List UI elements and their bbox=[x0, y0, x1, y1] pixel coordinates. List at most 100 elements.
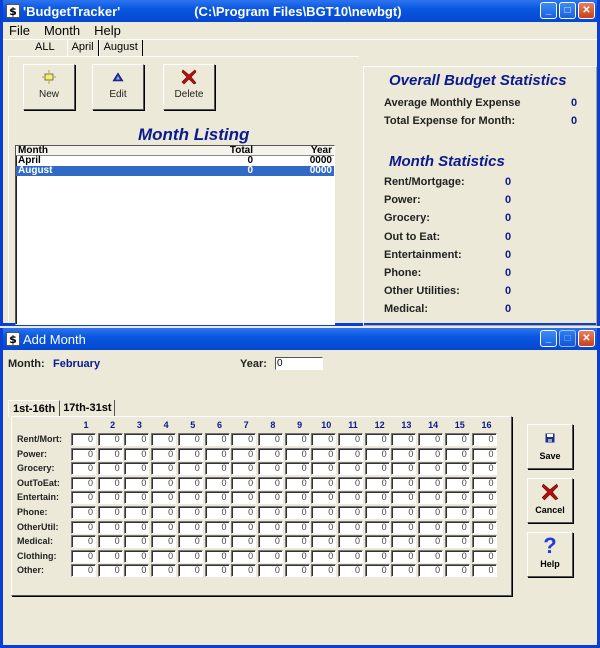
expense-cell-input[interactable]: 0 bbox=[338, 491, 363, 505]
expense-cell-input[interactable]: 0 bbox=[284, 491, 310, 505]
table-row[interactable]: August 0 0000 bbox=[16, 166, 334, 176]
expense-cell-input[interactable]: 0 bbox=[391, 491, 417, 505]
expense-cell-input[interactable]: 0 bbox=[418, 520, 444, 534]
expense-cell-input[interactable]: 0 bbox=[204, 506, 230, 519]
expense-cell-input[interactable]: 0 bbox=[418, 462, 444, 476]
expense-cell-input[interactable]: 0 bbox=[124, 520, 150, 534]
expense-cell-input[interactable]: 0 bbox=[311, 491, 337, 505]
expense-cell-input[interactable]: 0 bbox=[177, 506, 203, 519]
expense-cell-input[interactable]: 0 bbox=[257, 549, 283, 563]
expense-cell-input[interactable]: 0 bbox=[177, 491, 203, 505]
menu-help[interactable]: Help bbox=[94, 23, 121, 38]
expense-cell-input[interactable]: 0 bbox=[124, 506, 150, 519]
expense-cell-input[interactable]: 0 bbox=[71, 462, 96, 476]
expense-cell-input[interactable]: 0 bbox=[391, 549, 417, 563]
expense-cell-input[interactable]: 0 bbox=[124, 447, 150, 461]
expense-cell-input[interactable]: 0 bbox=[364, 564, 390, 578]
expense-cell-input[interactable]: 0 bbox=[124, 535, 150, 549]
expense-cell-input[interactable]: 0 bbox=[391, 535, 417, 549]
tab-17th-31st[interactable]: 17th-31st bbox=[60, 400, 116, 417]
expense-cell-input[interactable]: 0 bbox=[97, 549, 123, 563]
expense-cell-input[interactable]: 0 bbox=[311, 462, 337, 476]
expense-cell-input[interactable]: 0 bbox=[391, 564, 417, 578]
expense-cell-input[interactable]: 0 bbox=[311, 535, 337, 549]
expense-cell-input[interactable]: 0 bbox=[311, 447, 337, 461]
expense-cell-input[interactable]: 0 bbox=[151, 520, 177, 534]
menu-file[interactable]: File bbox=[9, 23, 30, 38]
expense-cell-input[interactable]: 0 bbox=[338, 462, 363, 476]
expense-cell-input[interactable]: 0 bbox=[231, 433, 257, 446]
expense-cell-input[interactable]: 0 bbox=[471, 491, 497, 505]
expense-cell-input[interactable]: 0 bbox=[444, 535, 470, 549]
expense-cell-input[interactable]: 0 bbox=[311, 506, 337, 519]
expense-cell-input[interactable]: 0 bbox=[418, 549, 444, 563]
expense-cell-input[interactable]: 0 bbox=[124, 564, 150, 578]
expense-cell-input[interactable]: 0 bbox=[391, 433, 417, 446]
expense-cell-input[interactable]: 0 bbox=[284, 520, 310, 534]
expense-cell-input[interactable]: 0 bbox=[471, 520, 497, 534]
expense-cell-input[interactable]: 0 bbox=[391, 520, 417, 534]
expense-cell-input[interactable]: 0 bbox=[97, 520, 123, 534]
minimize-button[interactable]: _ bbox=[540, 2, 557, 19]
tab-april[interactable]: April bbox=[66, 40, 99, 56]
expense-cell-input[interactable]: 0 bbox=[311, 549, 337, 563]
expense-cell-input[interactable]: 0 bbox=[338, 535, 363, 549]
expense-cell-input[interactable]: 0 bbox=[177, 520, 203, 534]
expense-cell-input[interactable]: 0 bbox=[71, 476, 96, 490]
expense-cell-input[interactable]: 0 bbox=[151, 462, 177, 476]
expense-cell-input[interactable]: 0 bbox=[71, 433, 96, 446]
expense-cell-input[interactable]: 0 bbox=[97, 535, 123, 549]
close-button[interactable]: ✕ bbox=[578, 330, 595, 347]
expense-cell-input[interactable]: 0 bbox=[311, 433, 337, 446]
expense-cell-input[interactable]: 0 bbox=[444, 476, 470, 490]
expense-cell-input[interactable]: 0 bbox=[124, 462, 150, 476]
expense-cell-input[interactable]: 0 bbox=[418, 433, 444, 446]
expense-cell-input[interactable]: 0 bbox=[97, 433, 123, 446]
expense-cell-input[interactable]: 0 bbox=[71, 447, 96, 461]
expense-cell-input[interactable]: 0 bbox=[231, 549, 257, 563]
expense-cell-input[interactable]: 0 bbox=[311, 520, 337, 534]
expense-cell-input[interactable]: 0 bbox=[177, 447, 203, 461]
expense-cell-input[interactable]: 0 bbox=[471, 564, 497, 578]
expense-cell-input[interactable]: 0 bbox=[97, 506, 123, 519]
expense-cell-input[interactable]: 0 bbox=[204, 462, 230, 476]
expense-cell-input[interactable]: 0 bbox=[97, 564, 123, 578]
help-button[interactable]: ? Help bbox=[527, 532, 573, 577]
expense-cell-input[interactable]: 0 bbox=[124, 549, 150, 563]
expense-cell-input[interactable]: 0 bbox=[97, 491, 123, 505]
expense-cell-input[interactable]: 0 bbox=[257, 491, 283, 505]
expense-cell-input[interactable]: 0 bbox=[257, 433, 283, 446]
expense-cell-input[interactable]: 0 bbox=[231, 476, 257, 490]
expense-cell-input[interactable]: 0 bbox=[338, 564, 363, 578]
expense-cell-input[interactable]: 0 bbox=[231, 462, 257, 476]
expense-cell-input[interactable]: 0 bbox=[124, 433, 150, 446]
expense-cell-input[interactable]: 0 bbox=[257, 564, 283, 578]
expense-cell-input[interactable]: 0 bbox=[257, 476, 283, 490]
expense-cell-input[interactable]: 0 bbox=[364, 447, 390, 461]
expense-cell-input[interactable]: 0 bbox=[471, 447, 497, 461]
expense-cell-input[interactable]: 0 bbox=[364, 535, 390, 549]
expense-cell-input[interactable]: 0 bbox=[364, 506, 390, 519]
tab-all[interactable]: ALL bbox=[23, 40, 67, 56]
expense-cell-input[interactable]: 0 bbox=[151, 433, 177, 446]
expense-cell-input[interactable]: 0 bbox=[444, 549, 470, 563]
expense-cell-input[interactable]: 0 bbox=[311, 564, 337, 578]
col-month[interactable]: Month bbox=[18, 146, 158, 156]
expense-cell-input[interactable]: 0 bbox=[97, 462, 123, 476]
edit-button[interactable]: Edit bbox=[92, 64, 144, 110]
expense-cell-input[interactable]: 0 bbox=[151, 535, 177, 549]
expense-cell-input[interactable]: 0 bbox=[418, 447, 444, 461]
expense-cell-input[interactable]: 0 bbox=[231, 491, 257, 505]
expense-cell-input[interactable]: 0 bbox=[338, 476, 363, 490]
expense-cell-input[interactable]: 0 bbox=[204, 549, 230, 563]
expense-cell-input[interactable]: 0 bbox=[338, 549, 363, 563]
expense-cell-input[interactable]: 0 bbox=[471, 462, 497, 476]
expense-cell-input[interactable]: 0 bbox=[391, 476, 417, 490]
expense-cell-input[interactable]: 0 bbox=[71, 549, 96, 563]
expense-cell-input[interactable]: 0 bbox=[364, 462, 390, 476]
expense-cell-input[interactable]: 0 bbox=[471, 506, 497, 519]
expense-cell-input[interactable]: 0 bbox=[284, 549, 310, 563]
expense-cell-input[interactable]: 0 bbox=[204, 447, 230, 461]
expense-cell-input[interactable]: 0 bbox=[97, 476, 123, 490]
expense-cell-input[interactable]: 0 bbox=[204, 476, 230, 490]
